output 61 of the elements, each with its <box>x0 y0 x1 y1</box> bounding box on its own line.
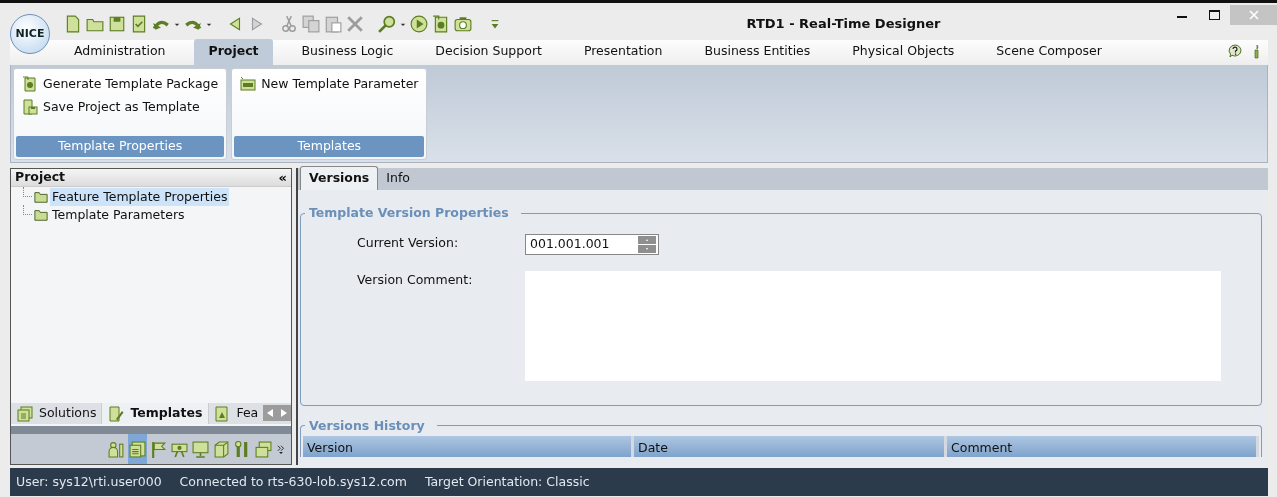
menu-tab[interactable]: Physical Objects <box>831 39 976 65</box>
windows-icon <box>255 440 272 458</box>
parameter-icon <box>240 76 257 93</box>
ribbon-button[interactable]: New Template Parameter <box>238 73 421 96</box>
group-label: Template Properties <box>16 136 225 157</box>
content-tab[interactable]: Versions <box>300 166 379 190</box>
flag-icon <box>150 440 167 458</box>
status-text: User: sys12\rti.user000 <box>16 472 162 491</box>
collapse-button[interactable]: « <box>278 167 287 188</box>
package-icon[interactable] <box>432 15 450 33</box>
search-icon[interactable] <box>378 15 396 33</box>
document-check-icon[interactable] <box>130 15 148 33</box>
window-title: RTD1 - Real-Time Designer <box>746 16 941 31</box>
folder-icon <box>32 190 50 204</box>
field-label: Version Comment: <box>356 270 474 289</box>
list-button[interactable] <box>128 434 147 464</box>
status-text: Target Orientation: Classic <box>424 472 590 491</box>
menu-tab[interactable]: Project <box>194 39 273 65</box>
save-template-icon <box>22 99 38 116</box>
save-icon[interactable] <box>108 15 126 33</box>
field-label: Current Version: <box>356 233 460 252</box>
solutions-icon <box>17 405 33 422</box>
camera-icon[interactable] <box>454 15 472 33</box>
menu-tab[interactable]: Decision Support <box>414 39 563 65</box>
content-tab[interactable]: Info <box>378 167 418 190</box>
users-icon <box>108 440 125 458</box>
list-icon <box>129 440 146 458</box>
status-text: Connected to rts-630-lob.sys12.com <box>179 472 407 491</box>
column-header[interactable]: Version <box>303 436 634 457</box>
menu-tab[interactable]: Administration <box>53 39 187 65</box>
tree-item[interactable]: Template Parameters <box>50 205 187 225</box>
package-icon <box>22 76 38 93</box>
menu-tab[interactable]: Business Logic <box>280 39 415 65</box>
ribbon-button[interactable]: Save Project as Template <box>20 95 202 119</box>
menu-tab[interactable]: Scene Composer <box>975 39 1123 65</box>
menu-tab[interactable]: Business Entities <box>683 39 832 65</box>
cube-icon <box>213 440 230 458</box>
new-file-icon[interactable] <box>64 15 82 33</box>
panel-title: Project <box>15 168 66 187</box>
menu-tab[interactable]: Presentation <box>562 39 684 65</box>
close-icon <box>1248 10 1259 20</box>
panel-tab[interactable]: Templates <box>102 403 209 424</box>
feature-icon <box>214 405 231 422</box>
group-legend: Versions History <box>305 419 437 432</box>
help-icon[interactable] <box>1228 44 1242 58</box>
group-label: Templates <box>234 136 425 157</box>
panel-tab[interactable]: Fea <box>208 403 265 424</box>
play-icon[interactable] <box>410 15 428 33</box>
info-icon[interactable] <box>1252 44 1262 60</box>
maximize-icon <box>1208 10 1220 20</box>
logo[interactable]: NICE <box>10 14 50 54</box>
group-legend: Template Version Properties <box>305 207 521 220</box>
version-spinner[interactable]: 001.001.001 <box>525 233 659 255</box>
tree-item[interactable]: Feature Template Properties <box>50 187 230 207</box>
column-header[interactable]: Comment <box>947 436 1259 457</box>
column-header[interactable]: Date <box>634 436 947 457</box>
folder-icon <box>32 208 50 222</box>
monitor-icon <box>192 440 209 458</box>
template-icon <box>108 405 125 422</box>
panel-tab[interactable]: Solutions <box>11 403 103 424</box>
ribbon-button[interactable]: Generate Template Package <box>20 73 221 96</box>
